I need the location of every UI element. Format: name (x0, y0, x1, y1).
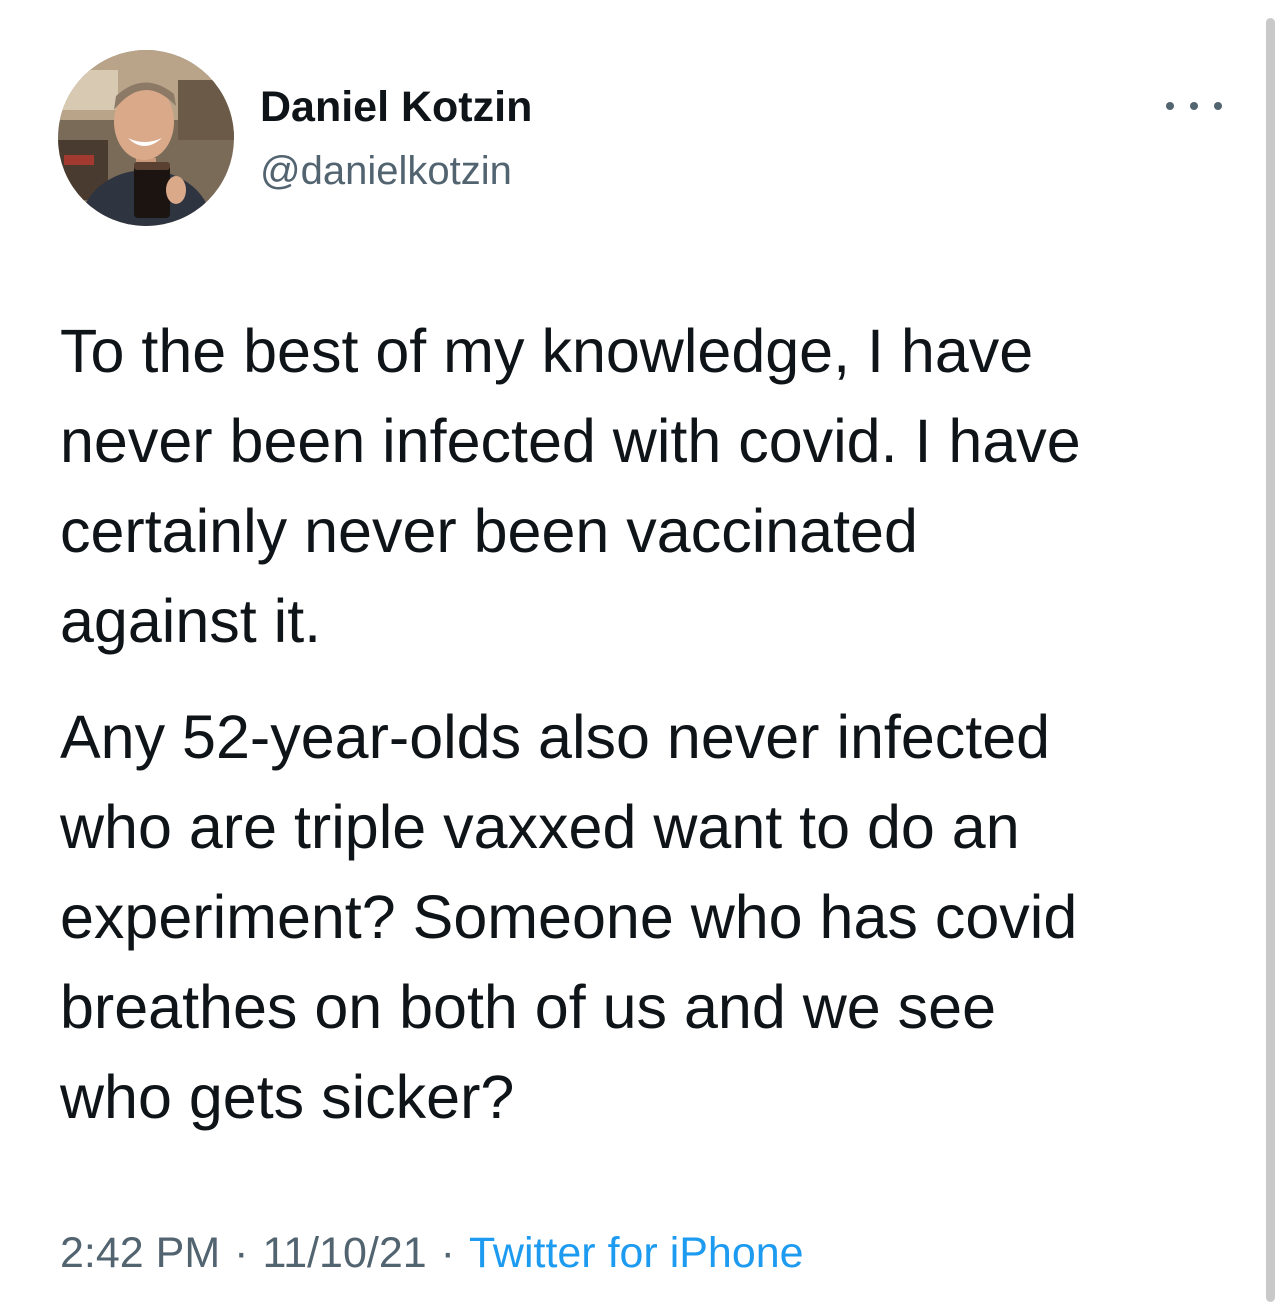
avatar[interactable] (58, 50, 234, 226)
tweet-line: experiment? Someone who has covid (60, 883, 1078, 951)
tweet-line: breathes on both of us and we see (60, 973, 996, 1041)
more-options-button[interactable] (1166, 92, 1222, 120)
tweet-line: who are triple vaxxed want to do an (60, 793, 1020, 861)
tweet-line: against it. (60, 587, 322, 655)
tweet-line: never been infected with covid. I have (60, 407, 1081, 475)
tweet-line: Any 52-year-olds also never infected (60, 703, 1051, 771)
tweet-line: To the best of my knowledge, I have (60, 317, 1034, 385)
tweet-source-link[interactable]: Twitter for iPhone (469, 1229, 804, 1277)
tweet-text: To the best of my knowledge, I have never… (60, 306, 1250, 1142)
more-horizontal-icon (1214, 102, 1222, 110)
tweet-time[interactable]: 2:42 PM (60, 1229, 220, 1277)
author-handle[interactable]: @danielkotzin (260, 146, 512, 196)
author-display-name[interactable]: Daniel Kotzin (260, 80, 532, 134)
meta-separator: · (234, 1229, 249, 1277)
more-horizontal-icon (1166, 102, 1174, 110)
scrollbar[interactable] (1266, 18, 1275, 1302)
profile-photo-avatar-icon (58, 50, 234, 226)
meta-separator: · (440, 1229, 455, 1277)
tweet-date[interactable]: 11/10/21 (262, 1229, 426, 1277)
tweet-paragraph: To the best of my knowledge, I have never… (60, 306, 1250, 666)
tweet-line: who gets sicker? (60, 1063, 515, 1131)
tweet-paragraph: Any 52-year-olds also never infected who … (60, 692, 1250, 1142)
tweet-line: certainly never been vaccinated (60, 497, 918, 565)
more-horizontal-icon (1190, 102, 1198, 110)
tweet-meta: 2:42 PM · 11/10/21 · Twitter for iPhone (60, 1226, 804, 1280)
